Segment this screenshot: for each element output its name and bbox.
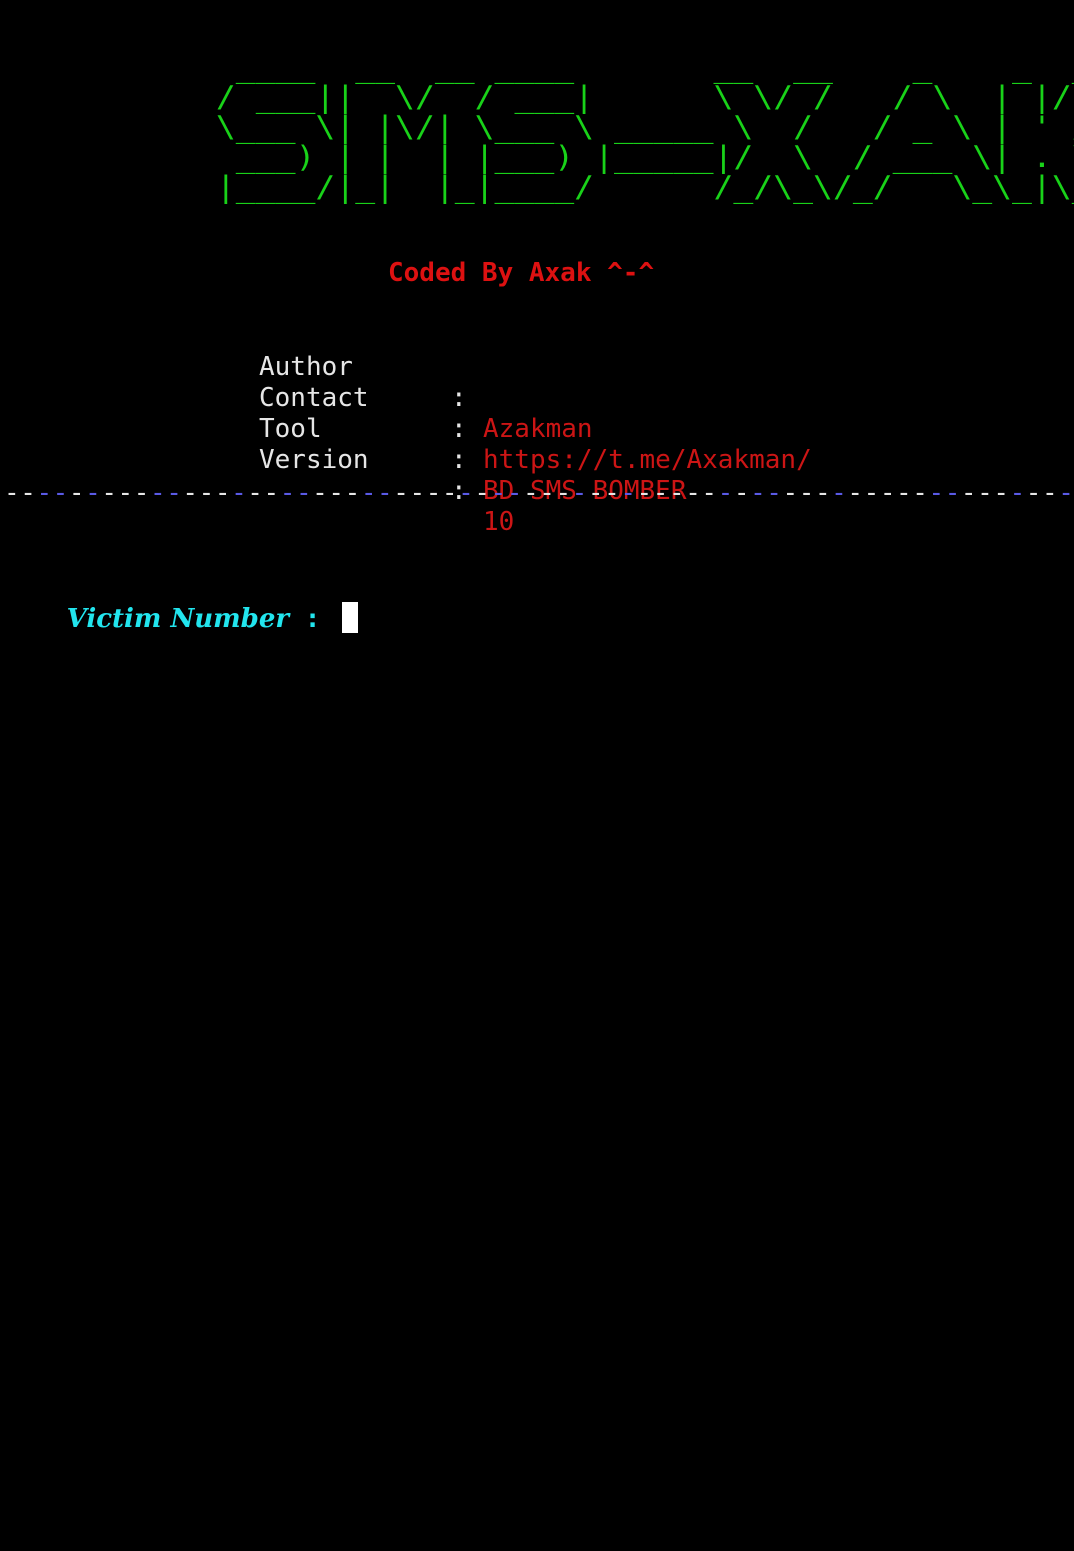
divider-dash: -	[68, 478, 86, 508]
divider-dash: -	[377, 478, 394, 508]
info-key-version: Version	[259, 445, 369, 475]
info-row-version: Version : 10	[259, 414, 514, 537]
divider-dash: -	[685, 478, 702, 508]
divider-dash: -	[214, 478, 232, 508]
divider-dash: -	[960, 478, 978, 508]
divider-dash: -	[896, 478, 913, 508]
info-row-tool: Tool : BD SMS BOMBER	[259, 383, 687, 506]
prompt-colon: :	[289, 604, 337, 634]
divider-dash: -	[52, 478, 69, 508]
divider-dash: -	[782, 478, 799, 508]
divider-dash: -	[425, 478, 442, 508]
divider-dash: -	[814, 478, 832, 508]
info-colon: :	[451, 414, 467, 444]
divider-dash: -	[117, 478, 134, 508]
divider-dash: -	[85, 478, 102, 508]
divider-dash: -	[360, 478, 378, 508]
divider-dash: -	[409, 478, 426, 508]
divider-dash: -	[571, 478, 588, 508]
divider-dash: -	[506, 478, 523, 508]
divider-dash: -	[912, 478, 929, 508]
divider-dash: -	[1025, 478, 1042, 508]
divider-dash: -	[766, 478, 783, 508]
divider-dash: -	[1042, 478, 1059, 508]
divider-dash: -	[523, 478, 540, 508]
divider-dash: -	[182, 478, 199, 508]
divider-dash: -	[1009, 478, 1026, 508]
info-row-contact: Contact : https://t.me/Axakman/	[259, 352, 812, 475]
ascii-banner: ____ __ __ ____ __ __ _ _ __ / ___|| \/ …	[215, 50, 1074, 204]
prompt-label: Victim Number	[66, 604, 290, 634]
divider-dash: -	[295, 478, 313, 508]
divider-dash: -	[636, 478, 653, 508]
divider-dash: -	[1058, 478, 1074, 508]
info-row-author: Author : Azakman	[259, 321, 593, 444]
divider-dash: -	[149, 478, 167, 508]
divider-dash: -	[879, 478, 897, 508]
divider-dash: -	[328, 478, 345, 508]
text-cursor	[342, 602, 359, 633]
divider-dash: -	[798, 478, 815, 508]
divider-dash: -	[604, 478, 621, 508]
coded-by-text: Coded By Axak ^-^	[388, 258, 655, 288]
divider-dash: -	[247, 478, 264, 508]
divider-dash: -	[944, 478, 961, 508]
victim-number-prompt[interactable]: Victim Number :	[4, 568, 359, 670]
divider-dash: -	[847, 478, 864, 508]
divider-dash: -	[701, 478, 718, 508]
divider-dash: -	[20, 478, 37, 508]
divider-dash: -	[4, 478, 21, 508]
terminal-window: ____ __ __ ____ __ __ _ _ __ / ___|| \/ …	[0, 0, 1074, 1551]
divider-dash: -	[652, 478, 669, 508]
divider-dash: -	[587, 478, 605, 508]
divider-dash: -	[231, 478, 248, 508]
divider-dash: -	[490, 478, 507, 508]
divider-dash: -	[928, 478, 945, 508]
divider-dash: -	[198, 478, 215, 508]
info-colon: :	[451, 383, 467, 413]
divider-dash: -	[555, 478, 572, 508]
divider-dash: -	[863, 478, 880, 508]
divider-dash: -	[344, 478, 361, 508]
divider-dash: -	[133, 478, 150, 508]
divider-dash: -	[717, 478, 734, 508]
info-value-contact[interactable]: https://t.me/Axakman/	[483, 445, 812, 476]
divider-dash: -	[668, 478, 686, 508]
divider-dash: -	[263, 478, 280, 508]
divider-dash: -	[977, 478, 994, 508]
dashed-divider: ----------------------------------------…	[4, 478, 1074, 508]
divider-dash: -	[441, 478, 459, 508]
divider-dash: -	[733, 478, 751, 508]
divider-dash: -	[36, 478, 53, 508]
divider-dash: -	[620, 478, 637, 508]
divider-dash: -	[831, 478, 848, 508]
info-value-version: 10	[483, 507, 515, 537]
divider-dash: -	[750, 478, 767, 508]
divider-dash: -	[458, 478, 475, 508]
divider-dash: -	[312, 478, 329, 508]
info-colon: :	[451, 445, 467, 475]
info-table: Author : Azakman Contact : https://t.me/…	[259, 321, 812, 537]
divider-dash: -	[993, 478, 1010, 508]
divider-dash: -	[101, 478, 118, 508]
divider-dash: -	[279, 478, 296, 508]
info-value-author: Azakman	[483, 414, 593, 444]
divider-dash: -	[393, 478, 410, 508]
divider-dash: -	[474, 478, 491, 508]
divider-dash: -	[166, 478, 183, 508]
divider-dash: -	[539, 478, 556, 508]
